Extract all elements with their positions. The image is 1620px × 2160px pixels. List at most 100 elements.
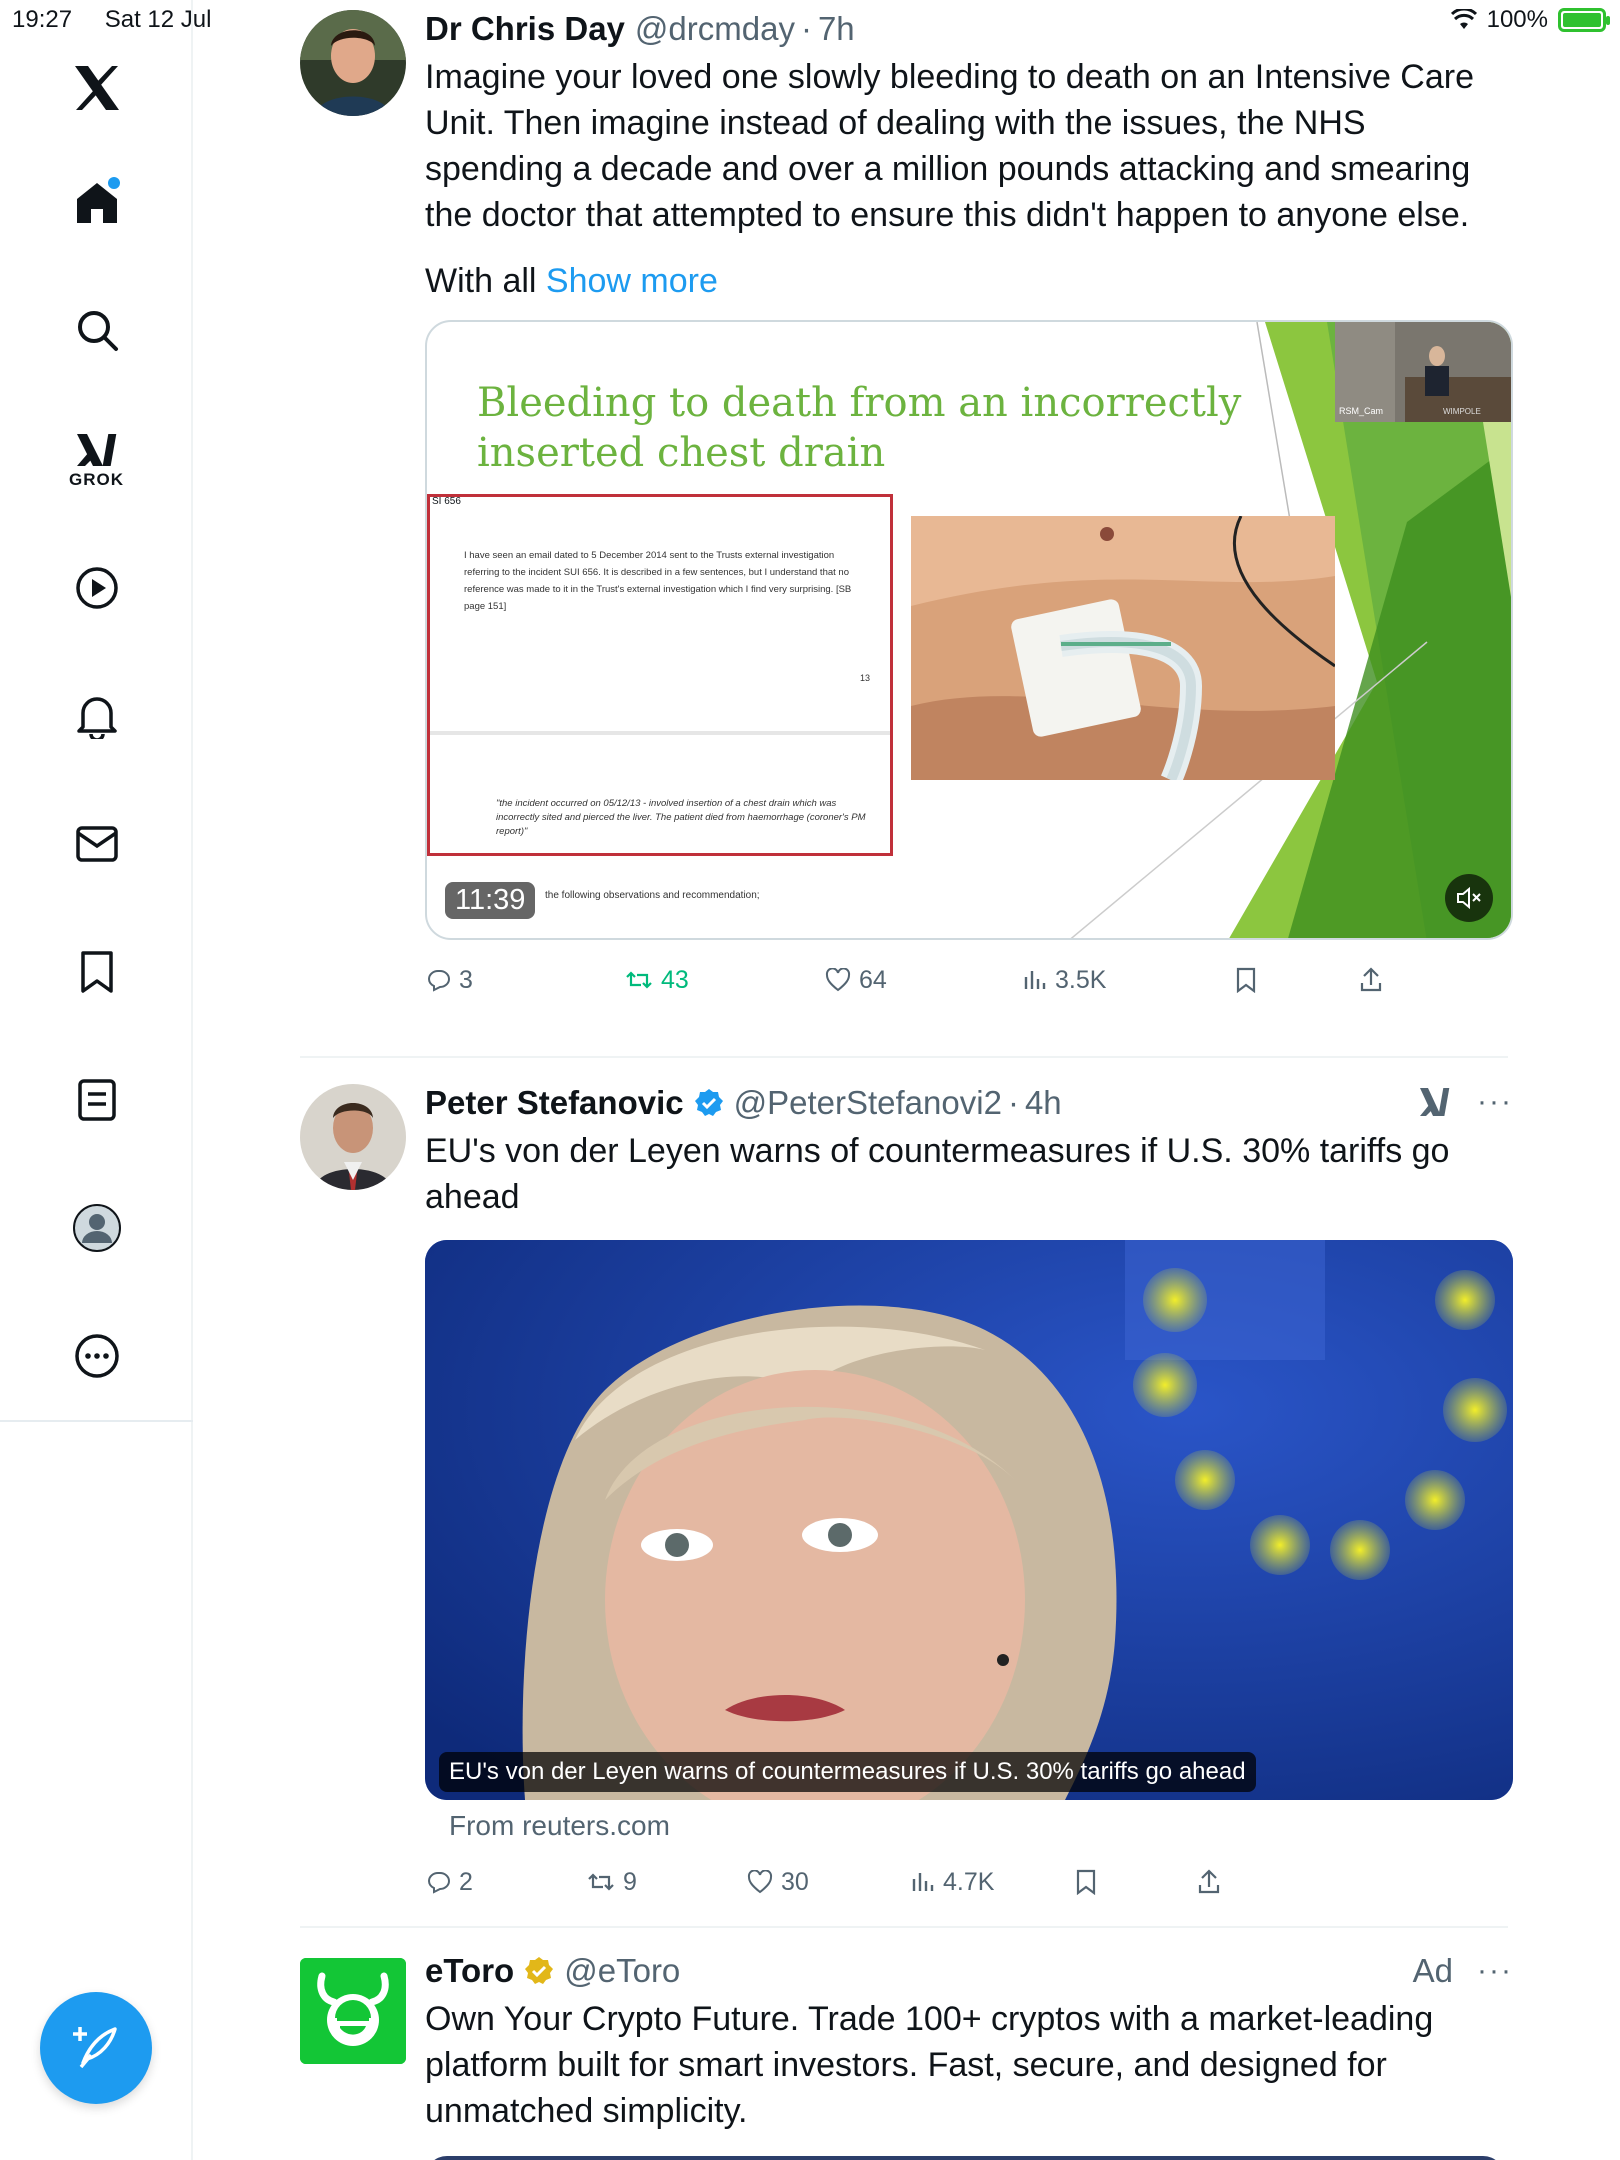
tweet-actions: 3 43 64 3.5K xyxy=(425,960,1385,1000)
von-der-leyen-photo xyxy=(425,1240,1513,1800)
author-handle[interactable]: @PeterStefanovi2 xyxy=(734,1084,1002,1122)
views-count: 4.7K xyxy=(943,1867,995,1896)
bell-icon xyxy=(76,697,117,739)
compose-icon xyxy=(73,2027,117,2069)
heart-icon xyxy=(825,968,851,992)
slide-title: Bleeding to death from an incorrectly in… xyxy=(477,378,1241,478)
more-options-icon[interactable]: ··· xyxy=(1477,1085,1513,1119)
compose-button[interactable] xyxy=(40,1992,152,2104)
video-duration: 11:39 xyxy=(445,882,536,919)
slide-title-line1: Bleeding to death from an incorrectly xyxy=(477,380,1242,426)
x-logo-icon[interactable] xyxy=(0,40,193,136)
link-card-source[interactable]: From reuters.com xyxy=(449,1810,1513,1842)
tweet-header-actions: ··· xyxy=(1417,1084,1513,1120)
sidebar-item-lists[interactable] xyxy=(0,1052,193,1148)
reply-button[interactable]: 3 xyxy=(425,966,473,995)
sidebar-item-profile[interactable] xyxy=(0,1180,193,1276)
tweet-time[interactable]: 4h xyxy=(1025,1084,1062,1122)
notification-dot xyxy=(108,177,120,189)
avatar[interactable] xyxy=(300,1084,406,1190)
sidebar-item-bookmarks[interactable] xyxy=(0,924,193,1020)
bookmark-button[interactable] xyxy=(1075,1869,1097,1895)
author-name[interactable]: Dr Chris Day xyxy=(425,10,625,48)
bookmark-icon xyxy=(1076,1869,1096,1895)
author-name[interactable]: Peter Stefanovic xyxy=(425,1084,684,1122)
tweet-peter-stefanovic[interactable]: Peter Stefanovic @PeterStefanovi2 · 4h ·… xyxy=(300,1084,1513,1904)
like-button[interactable]: 64 xyxy=(825,966,887,995)
tweet-etoro-ad[interactable]: eToro @eToro Ad ··· Own Your Crypto Futu… xyxy=(300,1952,1511,2160)
reply-icon xyxy=(427,970,450,992)
bookmark-button[interactable] xyxy=(1235,967,1257,993)
ad-media-preview[interactable] xyxy=(425,2156,1505,2160)
avatar[interactable] xyxy=(300,10,406,116)
doc-quote: "the incident occurred on 05/12/13 - inv… xyxy=(496,798,866,837)
show-more-link[interactable]: Show more xyxy=(546,262,718,300)
tweet-chris-day[interactable]: Dr Chris Day @drcmday · 7h Imagine your … xyxy=(300,10,1513,1050)
tweet-text-continued: With all Show more xyxy=(425,258,1513,304)
grok-icon[interactable] xyxy=(1417,1084,1453,1120)
tweet-header: Peter Stefanovic @PeterStefanovi2 · 4h xyxy=(425,1084,1513,1122)
muted-speaker-icon xyxy=(1457,887,1481,909)
mute-button[interactable] xyxy=(1445,874,1493,922)
profile-icon xyxy=(72,1204,121,1252)
tweet-actions: 2 9 30 4.7K xyxy=(425,1862,1225,1902)
repost-count: 9 xyxy=(623,1867,637,1896)
tweet-text: EU's von der Leyen warns of countermeasu… xyxy=(425,1132,1450,1216)
sidebar-item-home[interactable] xyxy=(0,155,193,251)
sidebar-item-messages[interactable] xyxy=(0,796,193,892)
verified-badge-icon xyxy=(694,1089,723,1116)
sidebar-item-search[interactable] xyxy=(0,282,193,378)
doc-footer: the following observations and recommend… xyxy=(545,890,760,901)
pip-label-left: RSM_Cam xyxy=(1339,406,1384,416)
author-handle[interactable]: @drcmday xyxy=(635,10,795,48)
doc-separator xyxy=(430,731,890,735)
reply-icon xyxy=(427,1872,450,1894)
reply-count: 3 xyxy=(459,965,473,994)
speaker-pip: RSM_Cam WIMPOLE xyxy=(1335,322,1511,422)
sidebar-item-more[interactable] xyxy=(0,1308,193,1404)
bookmark-icon xyxy=(80,951,113,993)
tweet-divider xyxy=(300,1056,1508,1058)
sidebar-item-grok[interactable]: GROK xyxy=(0,412,193,508)
share-icon xyxy=(1198,1869,1220,1894)
sidebar-divider xyxy=(0,1420,193,1422)
tweet-divider xyxy=(300,1926,1508,1928)
like-count: 64 xyxy=(859,965,887,994)
share-button[interactable] xyxy=(1197,1869,1221,1895)
tweet-time[interactable]: 7h xyxy=(818,10,855,48)
share-icon xyxy=(1360,967,1382,992)
tweet-text: Own Your Crypto Future. Trade 100+ crypt… xyxy=(425,2000,1434,2130)
repost-button[interactable]: 9 xyxy=(587,1868,637,1897)
share-button[interactable] xyxy=(1359,967,1383,993)
sidebar-item-notifications[interactable] xyxy=(0,668,193,764)
views-icon xyxy=(912,1873,934,1891)
author-handle[interactable]: @eToro xyxy=(564,1952,680,1990)
views-button[interactable]: 3.5K xyxy=(1023,966,1106,995)
separator-dot: · xyxy=(800,10,812,47)
like-button[interactable]: 30 xyxy=(747,1868,809,1897)
link-card-image[interactable]: EU's von der Leyen warns of countermeasu… xyxy=(425,1240,1513,1800)
separator-dot: · xyxy=(1007,1084,1019,1121)
reply-button[interactable]: 2 xyxy=(425,1868,473,1897)
ad-label: Ad xyxy=(1412,1952,1454,1989)
tweet-text-tail: With all xyxy=(425,262,537,300)
sidebar-item-video[interactable] xyxy=(0,540,193,636)
tweet-header-actions: Ad ··· xyxy=(1413,1952,1513,1990)
sidebar: GROK xyxy=(0,0,193,2160)
more-icon xyxy=(74,1334,119,1378)
repost-button[interactable]: 43 xyxy=(625,966,689,995)
tweet-video[interactable]: Bleeding to death from an incorrectly in… xyxy=(425,320,1513,940)
author-name[interactable]: eToro xyxy=(425,1952,514,1990)
doc-page-number: 13 xyxy=(860,673,871,683)
views-button[interactable]: 4.7K xyxy=(911,1868,994,1897)
search-icon xyxy=(77,311,118,351)
heart-icon xyxy=(747,1870,773,1894)
gold-verified-badge-icon xyxy=(525,1957,554,1984)
repost-icon xyxy=(588,1873,614,1891)
avatar[interactable] xyxy=(300,1958,406,2064)
doc-label: SI 656 xyxy=(432,496,461,507)
like-count: 30 xyxy=(781,1867,809,1896)
more-options-icon[interactable]: ··· xyxy=(1477,1954,1513,1988)
tweet-header: eToro @eToro xyxy=(425,1952,1513,1990)
tweet-text: Imagine your loved one slowly bleeding t… xyxy=(425,58,1475,234)
